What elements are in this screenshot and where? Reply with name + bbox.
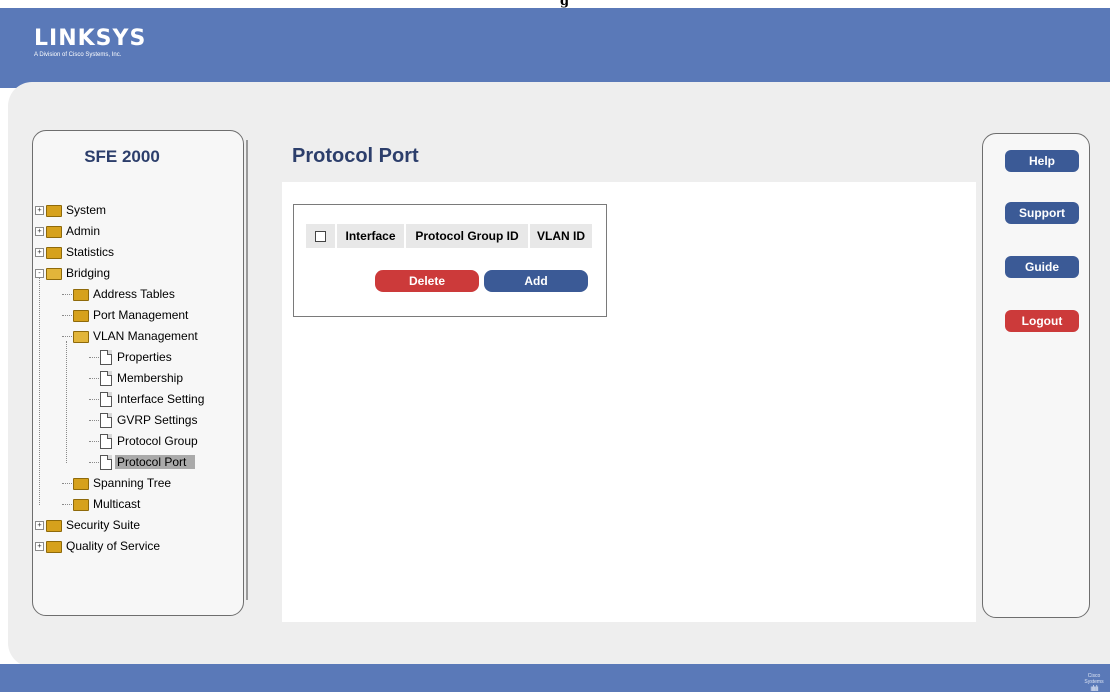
column-header-vlan-id: VLAN ID [530,224,592,248]
tree-item-vlan-management[interactable]: VLAN Management [62,327,200,347]
tree-item-label: Bridging [66,266,111,280]
tree-connector [89,399,99,401]
tree-guide-line [66,341,67,463]
folder-icon [46,540,62,553]
tree-item-protocol-group[interactable]: Protocol Group [89,432,200,452]
tree-item-multicast[interactable]: Multicast [62,495,142,515]
folder-icon [73,309,89,322]
tree-item-label: Statistics [66,245,115,259]
help-button[interactable]: Help [1005,150,1079,172]
tree-item-label: Protocol Port [115,455,196,469]
tree-item-label: GVRP Settings [117,413,198,427]
document-icon [100,434,112,450]
document-icon [100,371,112,387]
tree-connector [62,504,72,506]
collapse-icon[interactable]: - [35,269,44,279]
support-button[interactable]: Support [1005,202,1079,224]
protocol-port-table-box [293,204,607,317]
folder-icon [46,246,62,259]
expand-icon[interactable]: + [35,521,44,531]
tree-item-label: Quality of Service [66,539,161,553]
folder-icon [46,519,62,532]
title-strip: g [0,0,1110,9]
tree-guide-line [39,278,40,505]
delete-button[interactable]: Delete [375,270,479,292]
tree-connector [89,462,99,464]
tree-item-label: Properties [117,350,172,364]
tree-item-bridging[interactable]: - Bridging [35,264,112,284]
tree-connector [62,315,72,317]
linksys-logo: LINKSYS A Division of Cisco Systems, Inc… [34,26,147,59]
tree-item-label: Membership [117,371,184,385]
page-title: Protocol Port [292,145,419,167]
document-icon [100,350,112,366]
open-folder-icon [46,267,62,280]
add-button[interactable]: Add [484,270,588,292]
tree-item-protocol-port[interactable]: Protocol Port [89,453,196,473]
column-header-interface: Interface [337,224,404,248]
select-all-checkbox[interactable] [315,231,326,243]
tree-item-label: Admin [66,224,101,238]
tree-item-admin[interactable]: + Admin [35,222,102,242]
tree-item-address-tables[interactable]: Address Tables [62,285,177,305]
tree-connector [89,420,99,422]
navigation-panel-divider [246,140,248,600]
select-all-cell [306,224,335,248]
tree-item-label: Security Suite [66,518,141,532]
tree-item-spanning-tree[interactable]: Spanning Tree [62,474,173,494]
tree-connector [62,336,72,338]
document-icon [100,455,112,471]
tree-item-security-suite[interactable]: + Security Suite [35,516,142,536]
folder-icon [46,204,62,217]
expand-icon[interactable]: + [35,206,44,216]
folder-icon [73,498,89,511]
tree-connector [62,483,72,485]
footer-bar: Cisco Systems ıılıılı [0,664,1110,693]
product-title: SFE 2000 [84,147,160,166]
tree-item-label: Interface Setting [117,392,205,406]
expand-icon[interactable]: + [35,542,44,552]
open-folder-icon [73,330,89,343]
tree-item-interface-setting[interactable]: Interface Setting [89,390,206,410]
tree-item-port-management[interactable]: Port Management [62,306,190,326]
tree-item-label: Multicast [93,497,141,511]
tree-item-gvrp-settings[interactable]: GVRP Settings [89,411,199,431]
expand-icon[interactable]: + [35,227,44,237]
tree-item-label: System [66,203,107,217]
tree-item-label: Protocol Group [117,434,198,448]
column-header-protocol-group-id: Protocol Group ID [406,224,528,248]
document-icon [100,413,112,429]
expand-icon[interactable]: + [35,248,44,258]
folder-icon [73,288,89,301]
tree-connector [89,378,99,380]
folder-icon [73,477,89,490]
tree-item-quality-of-service[interactable]: + Quality of Service [35,537,162,557]
brand-name: LINKSYS [34,26,147,51]
tree-item-membership[interactable]: Membership [89,369,185,389]
folder-icon [46,225,62,238]
tree-item-label: Port Management [93,308,189,322]
tree-connector [62,294,72,296]
brand-tagline: A Division of Cisco Systems, Inc. [34,52,122,58]
tree-connector [89,441,99,443]
document-icon [100,392,112,408]
cisco-logo: Cisco Systems ıılıılı [1082,673,1106,693]
tree-item-label: Address Tables [93,287,175,301]
guide-button[interactable]: Guide [1005,256,1079,278]
header-bar: LINKSYS A Division of Cisco Systems, Inc… [0,8,1110,88]
tree-connector [89,357,99,359]
logout-button[interactable]: Logout [1005,310,1079,332]
tree-item-properties[interactable]: Properties [89,348,174,368]
tree-item-label: Spanning Tree [93,476,172,490]
tree-item-system[interactable]: + System [35,201,108,221]
tree-item-label: VLAN Management [93,329,198,343]
tree-item-statistics[interactable]: + Statistics [35,243,116,263]
